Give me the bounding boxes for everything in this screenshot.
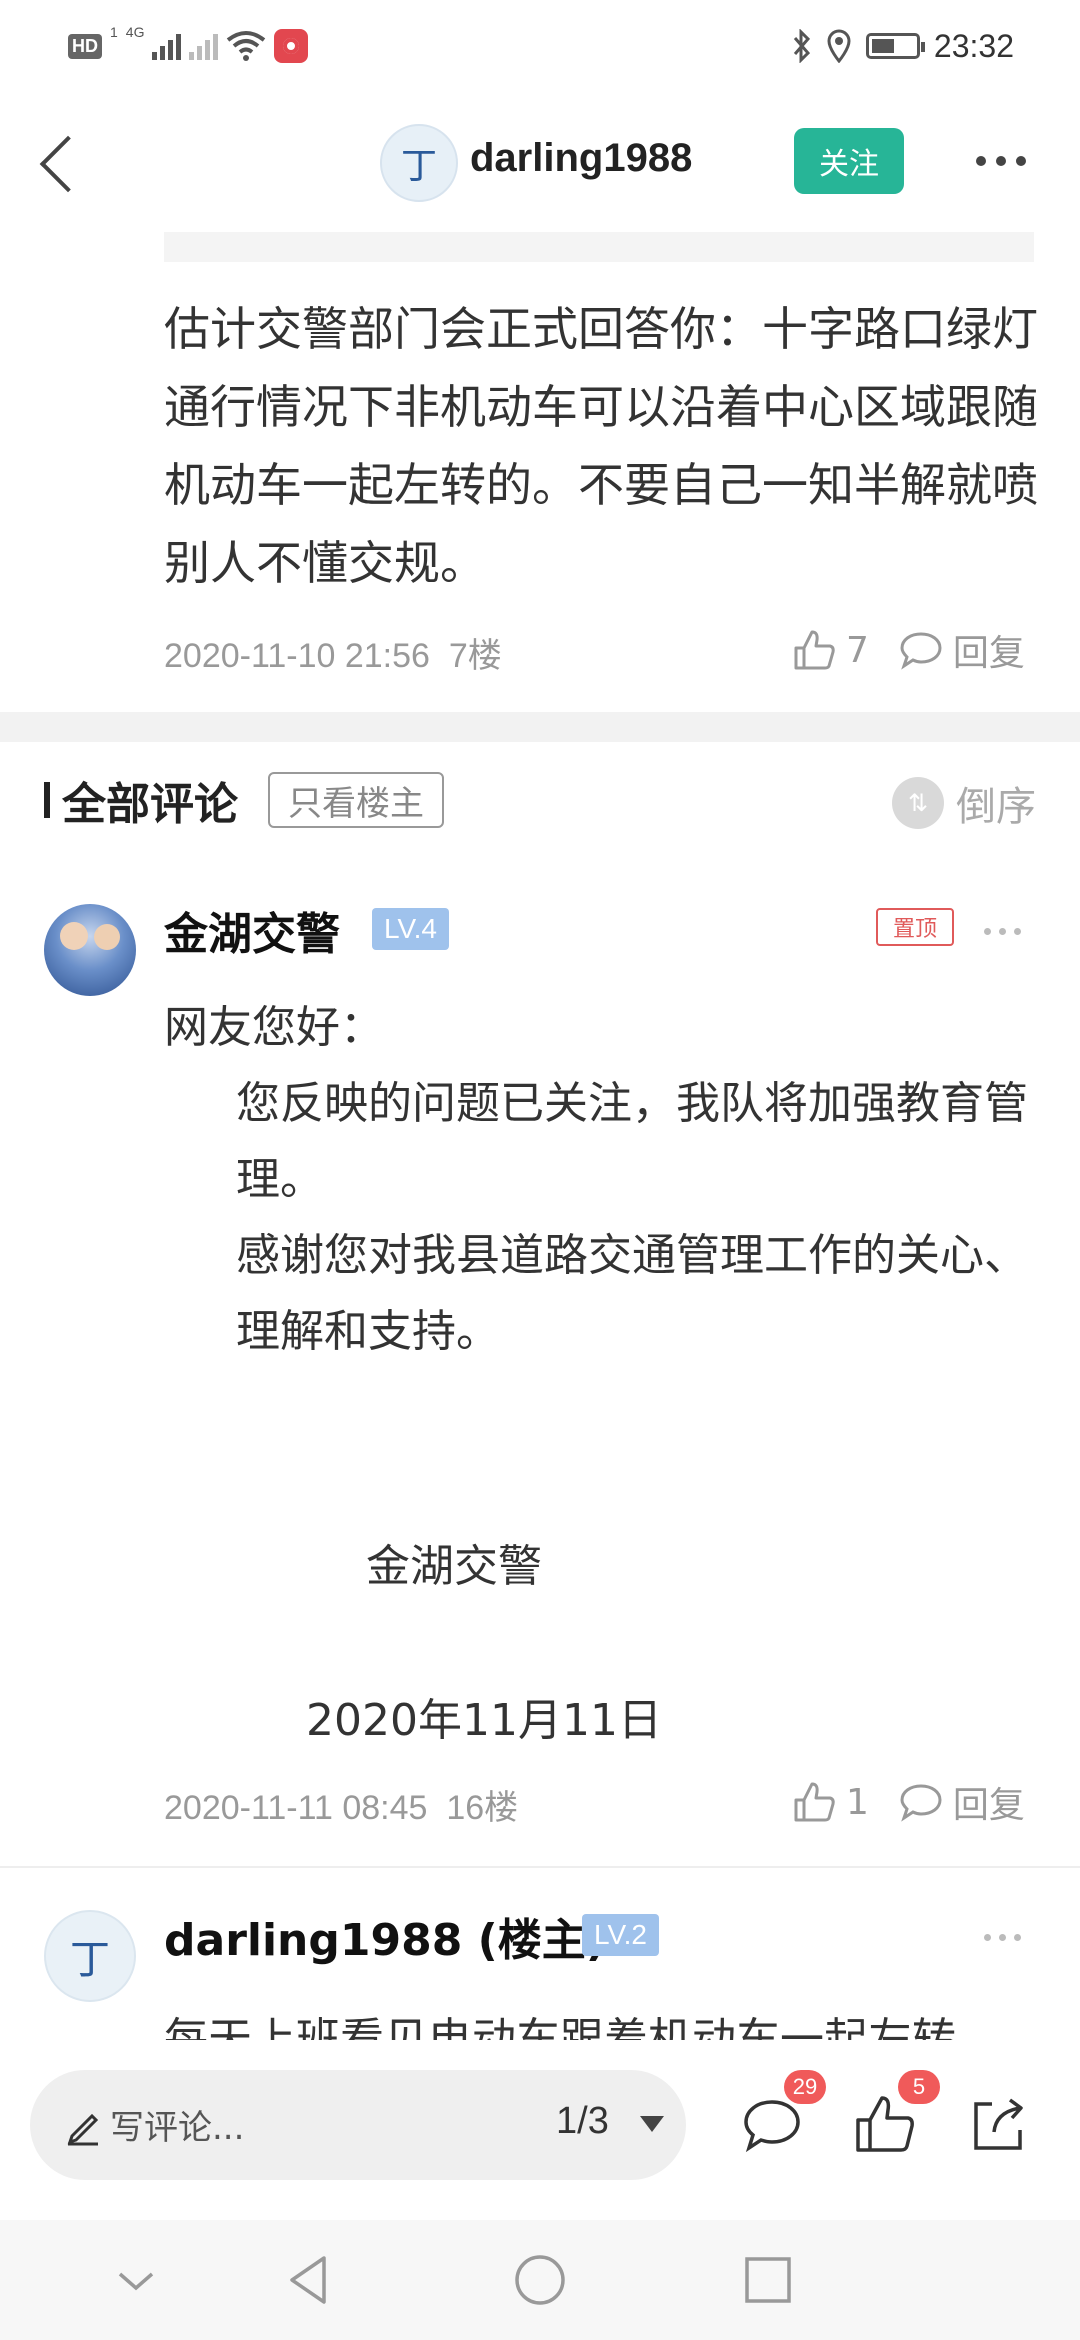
status-bar: HD 1 4G 23:32	[0, 0, 1080, 92]
comment-more-icon[interactable]	[984, 928, 1021, 935]
signal-icon	[152, 32, 182, 60]
signal-2-icon	[189, 32, 219, 60]
like-count: 1	[846, 1781, 869, 1823]
level-badge: LV.4	[372, 908, 449, 950]
more-icon[interactable]	[976, 146, 1040, 176]
reply-button[interactable]: 回复	[953, 624, 1025, 676]
wifi-icon	[227, 31, 266, 61]
screen-record-icon	[274, 29, 309, 63]
like-count-badge: 5	[898, 2070, 940, 2104]
reply-button[interactable]: 回复	[953, 1776, 1025, 1828]
commenter-avatar[interactable]	[44, 904, 136, 996]
author-avatar[interactable]: 丁	[380, 124, 458, 202]
comment-date: 2020年11月11日	[306, 1695, 662, 1746]
chevron-down-icon[interactable]	[640, 2116, 664, 2132]
reply-time: 2020-11-10 21:56	[164, 637, 430, 675]
location-icon	[827, 29, 851, 63]
comment-input[interactable]: 写评论... 1/3	[30, 2070, 686, 2180]
hd-icon: HD	[68, 33, 102, 59]
back-icon[interactable]	[28, 132, 88, 198]
status-left: HD 1 4G	[68, 24, 309, 68]
comment-input-placeholder: 写评论...	[110, 2108, 245, 2148]
commenter-name[interactable]: 金湖交警	[164, 898, 340, 962]
comment-body: 网友您好： 您反映的问题已关注，我队将加强教育管理。 感谢您对我县道路交通管理工…	[164, 990, 1044, 1370]
network-label: 4G	[125, 24, 145, 40]
op-only-button[interactable]: 只看楼主	[268, 772, 444, 828]
like-count: 7	[846, 629, 869, 671]
status-time: 23:32	[933, 27, 1014, 64]
thumb-up-icon[interactable]	[792, 1780, 836, 1824]
comment-count-badge: 29	[784, 2070, 826, 2104]
comment-meta: 2020-11-11 08:45 16楼	[164, 1780, 518, 1829]
status-right: 23:32	[792, 22, 1014, 70]
pen-icon	[67, 2113, 99, 2146]
commenter-avatar[interactable]: 丁	[44, 1910, 136, 2002]
section-marker	[44, 782, 50, 818]
bluetooth-icon	[793, 29, 810, 63]
system-nav-bar	[0, 2220, 1080, 2340]
reply-text: 估计交警部门会正式回答你：十字路口绿灯通行情况下非机动车可以沿着中心区域跟随机动…	[164, 302, 1038, 590]
bottom-bar: 写评论... 1/3 29 5	[0, 2040, 1080, 2220]
comment-text: 每天上班看见电动车跟着机动车一起左转	[164, 2014, 956, 2040]
comments-header: 全部评论 只看楼主	[44, 770, 444, 830]
nav-down-icon[interactable]	[106, 2250, 166, 2310]
comment-signature: 金湖交警	[366, 1541, 542, 1592]
comment-bubble-icon[interactable]	[899, 630, 943, 670]
battery-icon	[865, 33, 925, 59]
author-name[interactable]: darling1988	[470, 136, 692, 181]
pinned-badge: 置顶	[876, 908, 954, 946]
comment-floor: 16楼	[446, 1789, 519, 1827]
level-badge: LV.2	[582, 1914, 659, 1956]
comment-more-icon[interactable]	[984, 1934, 1021, 1941]
nav-home-icon[interactable]	[510, 2250, 570, 2310]
reply-actions: 7 回复	[792, 624, 1025, 676]
quote-block	[164, 232, 1034, 262]
reply-floor: 7楼	[448, 637, 502, 675]
nav-back-icon[interactable]	[278, 2250, 338, 2310]
comment-paragraph: 您反映的问题已关注，我队将加强教育管理。	[236, 1078, 1028, 1205]
sort-icon: ⇅	[892, 777, 944, 829]
follow-button[interactable]: 关注	[794, 128, 904, 194]
nav-recent-icon[interactable]	[738, 2250, 798, 2310]
comment-bubble-icon[interactable]	[899, 1782, 943, 1822]
comment-divider	[0, 1866, 1080, 1868]
page-indicator[interactable]: 1/3	[556, 2100, 609, 2143]
comment-greeting: 网友您好：	[164, 1002, 384, 1053]
sort-label: 倒序	[956, 784, 1036, 830]
sim-label: 1	[110, 24, 118, 40]
comment-time: 2020-11-11 08:45	[164, 1789, 428, 1827]
top-bar: 丁 darling1988 关注	[0, 110, 1080, 220]
reply-meta: 2020-11-10 21:56 7楼	[164, 628, 502, 677]
comment-actions: 1 回复	[792, 1776, 1025, 1828]
comment-paragraph: 感谢您对我县道路交通管理工作的关心、理解和支持。	[236, 1230, 1028, 1357]
comments-title: 全部评论	[62, 779, 238, 830]
thumb-up-icon[interactable]	[792, 628, 836, 672]
commenter-name[interactable]: darling1988 (楼主)	[164, 1904, 606, 1968]
share-icon[interactable]	[966, 2092, 1030, 2156]
sort-button[interactable]: ⇅ 倒序	[892, 774, 1036, 832]
section-separator	[0, 712, 1080, 742]
comment-body: 每天上班看见电动车跟着机动车一起左转	[164, 2000, 1044, 2040]
